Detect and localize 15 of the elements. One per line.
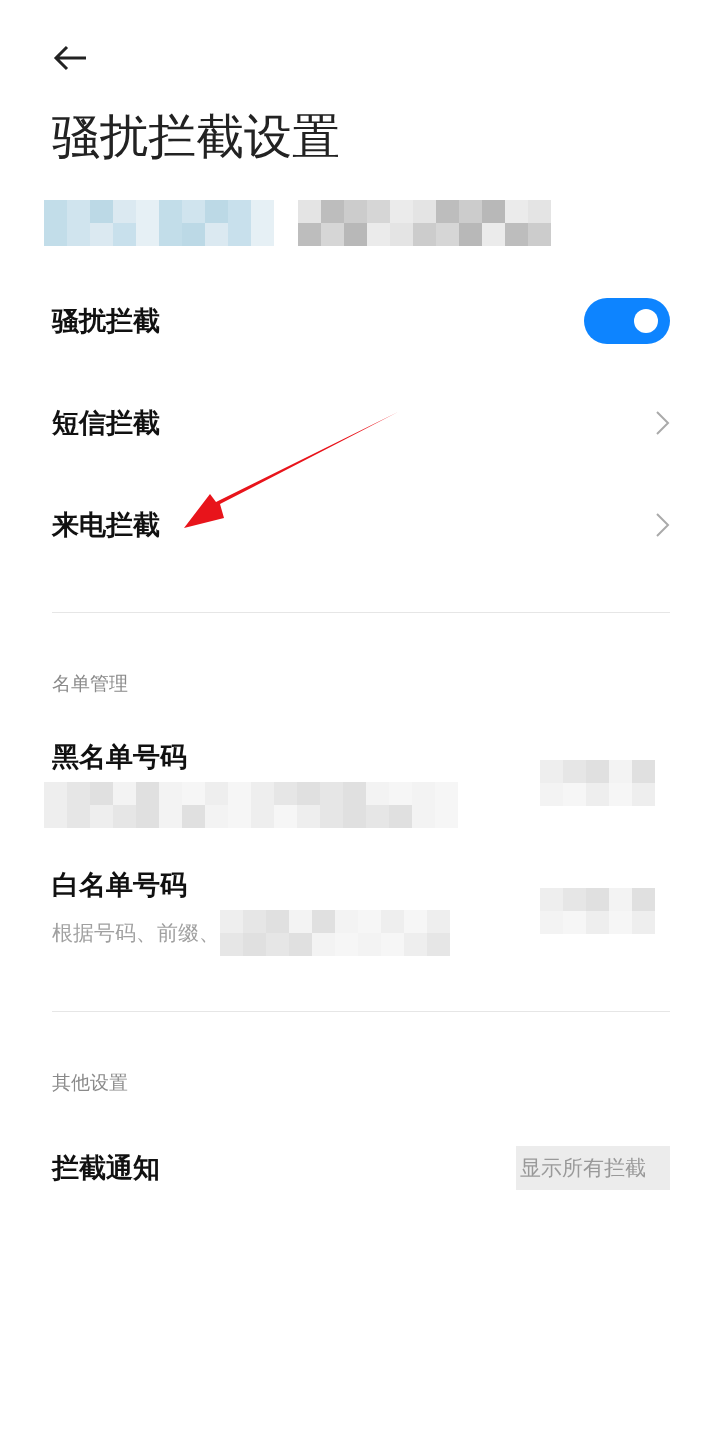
page-title: 骚扰拦截设置 xyxy=(52,107,341,166)
setting-label: 白名单号码 xyxy=(52,868,188,902)
setting-label: 短信拦截 xyxy=(52,406,160,440)
setting-value: 显示所有拦截 xyxy=(516,1146,670,1190)
setting-label: 拦截通知 xyxy=(52,1151,160,1185)
setting-label: 骚扰拦截 xyxy=(52,304,160,338)
section-header: 名单管理 xyxy=(52,671,129,696)
chevron-right-icon[interactable] xyxy=(654,409,670,437)
toggle-switch[interactable] xyxy=(584,298,670,344)
section-header: 其他设置 xyxy=(52,1070,129,1095)
setting-description: 根据号码、前缀、 xyxy=(51,920,220,947)
chevron-right-icon[interactable] xyxy=(654,511,670,539)
setting-label: 来电拦截 xyxy=(52,508,160,542)
back-icon[interactable] xyxy=(52,44,88,72)
setting-label: 黑名单号码 xyxy=(52,740,188,774)
